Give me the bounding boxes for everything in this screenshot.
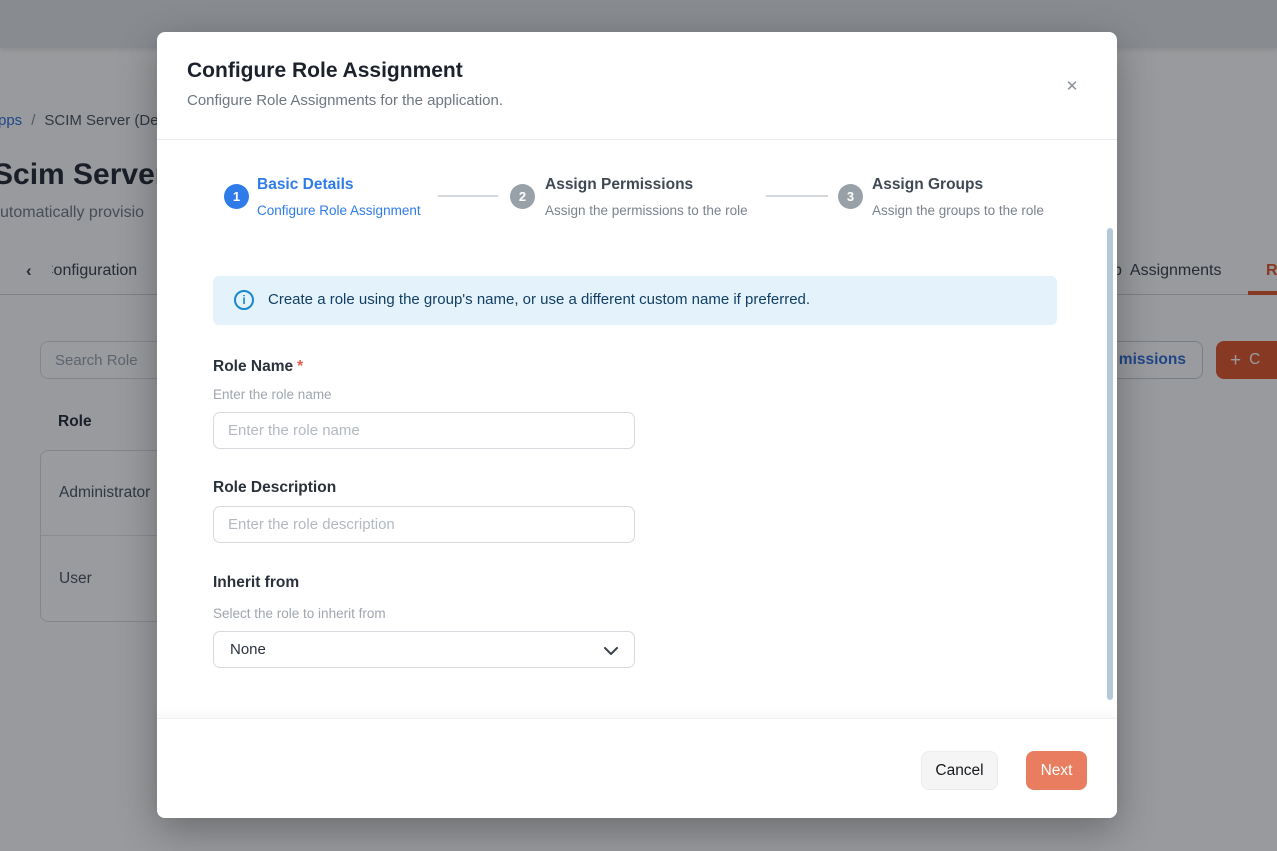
- step-1-indicator: 1: [224, 184, 249, 209]
- dialog-subtitle: Configure Role Assignments for the appli…: [187, 92, 503, 109]
- step-1-title: Basic Details: [257, 176, 354, 194]
- step-2-subtitle: Assign the permissions to the role: [545, 203, 748, 218]
- dialog-title: Configure Role Assignment: [187, 59, 463, 83]
- role-name-input[interactable]: [213, 412, 635, 449]
- required-asterisk: *: [297, 358, 303, 375]
- dialog-footer: Cancel Next: [157, 718, 1117, 818]
- role-name-label-text: Role Name: [213, 358, 293, 375]
- info-icon: i: [234, 290, 254, 310]
- step-1-subtitle: Configure Role Assignment: [257, 203, 421, 218]
- step-connector: [438, 195, 498, 197]
- chevron-down-icon: [604, 647, 618, 655]
- info-banner-text: Create a role using the group's name, or…: [268, 291, 810, 308]
- step-2-indicator: 2: [510, 184, 535, 209]
- step-3-title: Assign Groups: [872, 176, 983, 194]
- inherit-from-label: Inherit from: [213, 574, 299, 592]
- step-3-indicator: 3: [838, 184, 863, 209]
- role-name-label: Role Name*: [213, 358, 303, 376]
- modal-scrollbar[interactable]: [1107, 228, 1113, 700]
- role-description-input[interactable]: [213, 506, 635, 543]
- inherit-from-select[interactable]: None: [213, 631, 635, 668]
- inherit-from-helper: Select the role to inherit from: [213, 606, 386, 621]
- step-3-subtitle: Assign the groups to the role: [872, 203, 1044, 218]
- next-button[interactable]: Next: [1026, 751, 1087, 790]
- step-connector: [766, 195, 828, 197]
- configure-role-assignment-dialog: Configure Role Assignment Configure Role…: [157, 32, 1117, 818]
- inherit-from-value: None: [230, 641, 266, 658]
- role-description-label: Role Description: [213, 479, 336, 497]
- role-name-helper: Enter the role name: [213, 387, 332, 402]
- close-icon[interactable]: ✕: [1059, 73, 1085, 99]
- screen: pps / SCIM Server (Des Scim Server A uto…: [0, 0, 1277, 851]
- info-banner: i Create a role using the group's name, …: [213, 276, 1057, 325]
- dialog-header: Configure Role Assignment Configure Role…: [157, 32, 1117, 140]
- cancel-button[interactable]: Cancel: [921, 751, 998, 790]
- step-2-title: Assign Permissions: [545, 176, 693, 194]
